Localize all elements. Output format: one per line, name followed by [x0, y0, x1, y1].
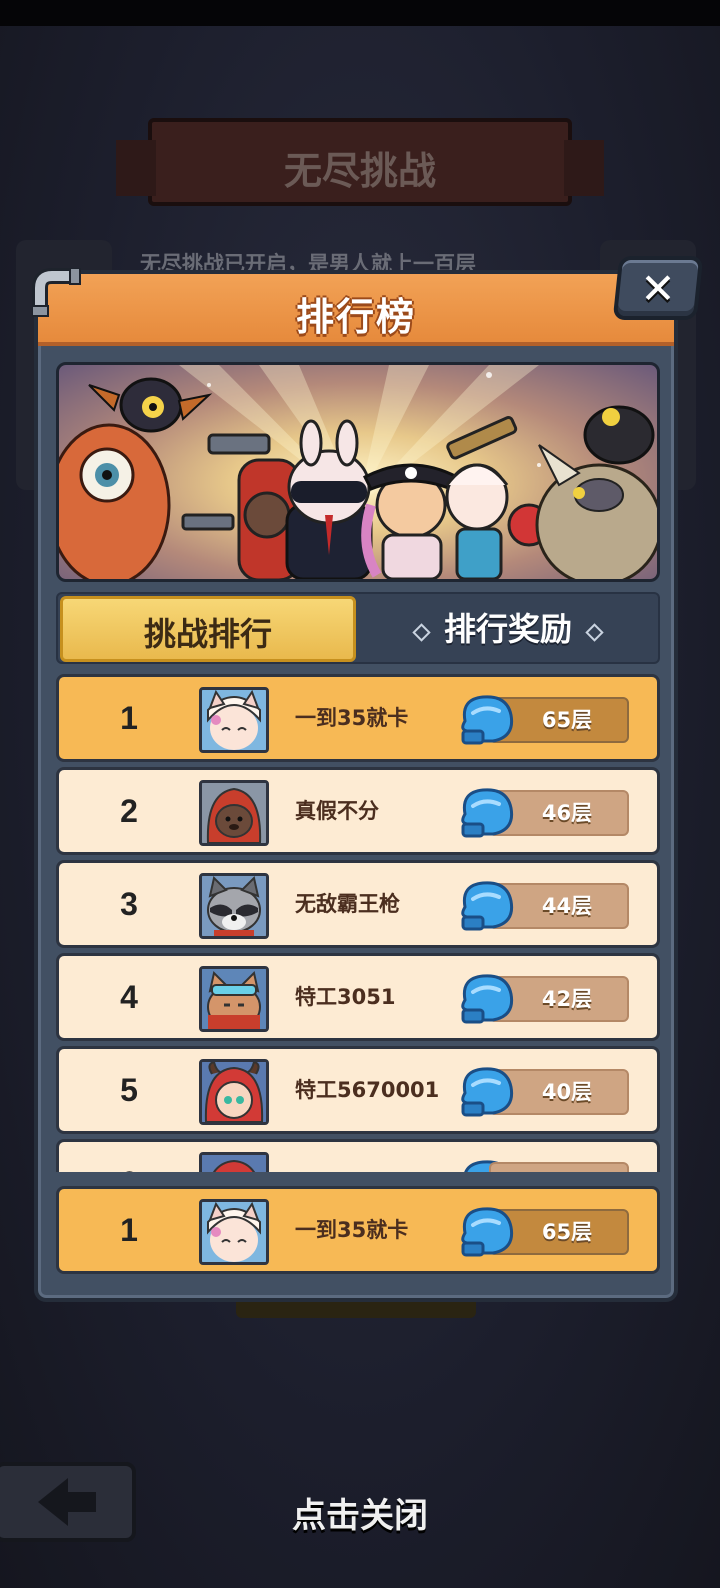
diamond-icon [585, 623, 604, 642]
modal-title: 排行榜 [295, 295, 416, 339]
rank-number: 5 [120, 1072, 138, 1108]
red-hair-girl-avatar [199, 1152, 269, 1172]
modal-header: 排行榜 [38, 274, 674, 346]
boxing-glove-icon [461, 695, 514, 745]
player-name: 真假不分 [295, 799, 379, 823]
player-name: 特工5670001 [295, 1078, 440, 1102]
rank-number: 1 [120, 700, 138, 736]
ranking-row[interactable]: 1 一到35就卡 65层 [56, 674, 660, 762]
rank-number: 2 [120, 793, 138, 829]
tab-bar: 挑战排行 排行奖励 [56, 592, 660, 664]
close-button[interactable]: ✕ [612, 256, 704, 320]
leaderboard-modal: 排行榜 ✕ 挑战排行 排行奖励 1 一到35就卡 65层 2 真假不分 46层 … [32, 256, 704, 1302]
player-name: 一到35就卡 [295, 706, 409, 730]
my-player-name: 一到35就卡 [295, 1218, 409, 1242]
background-title-banner: 无尽挑战 [116, 118, 604, 206]
player-name: 特工3051 [295, 985, 396, 1009]
boxing-glove-icon [461, 974, 514, 1024]
boxing-glove-icon [461, 1207, 514, 1257]
my-ranking-row[interactable]: 1 一到35就卡 65层 [56, 1186, 660, 1274]
background-title: 无尽挑战 [283, 149, 436, 193]
ranking-row[interactable]: 6 [56, 1139, 660, 1172]
tab-challenge-ranking[interactable]: 挑战排行 [60, 596, 356, 662]
rank-number: 3 [120, 886, 138, 922]
close-x-icon: ✕ [640, 264, 676, 313]
my-rank-row: 1 一到35就卡 65层 [56, 1186, 660, 1276]
cat-girl-avatar [199, 1199, 269, 1265]
ranking-row[interactable]: 3 无敌霸王枪 44层 [56, 860, 660, 948]
tab-challenge-ranking-label: 挑战排行 [143, 615, 272, 653]
screen: 无尽挑战 无尽挑战已开启，是男人就上一百层 排行榜 ✕ 挑战排行 排行奖励 1 … [0, 0, 720, 1588]
goggles-cat-avatar [199, 966, 269, 1032]
my-rank-number: 1 [120, 1212, 138, 1248]
red-hair-girl-avatar [199, 1059, 269, 1125]
pipe-corner-icon [32, 268, 81, 317]
floor-score [489, 1162, 629, 1172]
boxing-glove-icon [461, 881, 514, 931]
ranking-row[interactable]: 2 真假不分 46层 [56, 767, 660, 855]
rank-number: 6 [99, 1142, 159, 1172]
character-banner [56, 362, 660, 582]
ranking-list[interactable]: 1 一到35就卡 65层 2 真假不分 46层 3 无敌霸王枪 44层 4 特工… [56, 674, 660, 1172]
ranking-row[interactable]: 4 特工3051 42层 [56, 953, 660, 1041]
ranking-row[interactable]: 5 特工5670001 40层 [56, 1046, 660, 1134]
background-subtitle: 无尽挑战已开启，是男人就上一百层 [140, 252, 476, 270]
player-name: 无敌霸王枪 [295, 892, 400, 916]
raccoon-avatar [199, 873, 269, 939]
boxing-glove-icon [461, 1067, 514, 1117]
cat-girl-avatar [199, 687, 269, 753]
diamond-icon [412, 623, 431, 642]
tap-to-close-hint[interactable]: 点击关闭 [0, 1488, 720, 1537]
boxing-glove-icon [461, 788, 514, 838]
tab-ranking-rewards[interactable]: 排行奖励 [358, 596, 658, 662]
hooded-bear-avatar [199, 780, 269, 846]
tab-ranking-rewards-label: 排行奖励 [443, 610, 572, 648]
status-bar [0, 0, 720, 26]
rank-number: 4 [120, 979, 138, 1015]
banner-illustration [59, 365, 657, 579]
